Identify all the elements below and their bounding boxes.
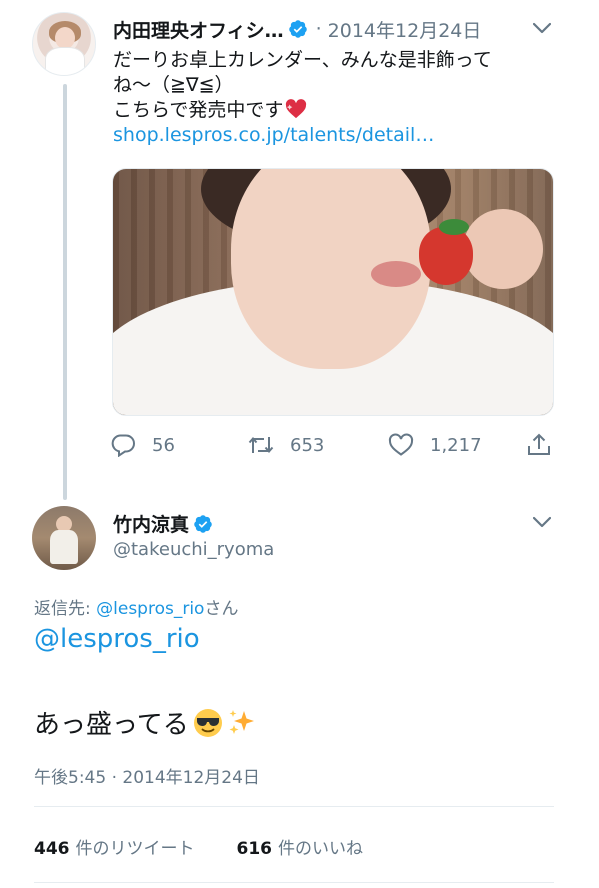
chevron-down-icon[interactable] (533, 22, 551, 34)
focused-tweet-display-name[interactable]: 竹内涼真 (113, 510, 189, 537)
chevron-down-icon[interactable] (533, 516, 551, 528)
focused-tweet-body: あっ盛ってる (34, 710, 189, 740)
retweet-stat[interactable]: 446 件のリツイート (34, 834, 195, 859)
parent-tweet-avatar[interactable] (32, 12, 96, 76)
share-button[interactable] (526, 428, 568, 462)
like-stat-label: 件のいいね (278, 839, 363, 859)
verified-badge-icon (194, 514, 212, 533)
parent-tweet-text: だーりお卓上カレンダー、みんな是非飾って ね〜（≧∇≦） こちらで発売中です s… (113, 48, 553, 148)
reply-button[interactable]: 56 (110, 428, 175, 462)
retweet-stat-label: 件のリツイート (75, 839, 195, 859)
focused-tweet-text: あっ盛ってる (34, 704, 257, 741)
engagement-stats: 446 件のリツイート 616 件のいいね (34, 834, 405, 859)
parent-tweet-text-line: こちらで発売中です (113, 99, 284, 121)
parent-tweet-date[interactable]: 2014年12月24日 (328, 16, 482, 43)
replying-prefix: 返信先: (34, 599, 97, 619)
divider (34, 882, 554, 883)
parent-tweet-header: 内田理央オフィシ… · 2014年12月24日 (113, 14, 573, 44)
parent-tweet-display-name[interactable]: 内田理央オフィシ… (113, 16, 284, 43)
heart-icon (388, 433, 414, 456)
replying-to: 返信先: @lespros_rioさん (34, 594, 238, 619)
parent-tweet-text-line: ね〜（≧∇≦） (113, 74, 234, 96)
thread-connector-line (63, 84, 67, 500)
parent-tweet-actions: 56 653 1,217 (110, 428, 560, 462)
retweet-stat-count: 446 (34, 839, 70, 859)
parent-tweet-text-line-3: こちらで発売中です (113, 98, 553, 123)
parent-tweet-link[interactable]: shop.lespros.co.jp/talents/detail… (113, 123, 553, 148)
like-count: 1,217 (430, 434, 482, 456)
like-button[interactable]: 1,217 (388, 428, 482, 462)
header-separator-dot: · (315, 18, 322, 40)
like-stat-count: 616 (236, 839, 273, 859)
retweet-button[interactable]: 653 (248, 428, 324, 462)
divider (34, 806, 554, 807)
sparkling-heart-emoji (286, 99, 307, 119)
focused-tweet-timestamp[interactable]: 午後5:45 · 2014年12月24日 (34, 763, 260, 788)
sunglasses-face-emoji (193, 708, 222, 737)
reply-count: 56 (152, 434, 175, 456)
focused-tweet-name-row: 竹内涼真 (113, 510, 213, 537)
focused-tweet-avatar[interactable] (32, 506, 96, 570)
parent-tweet-photo[interactable] (112, 168, 554, 416)
tweet-mention-link[interactable]: @lespros_rio (34, 624, 200, 654)
verified-badge-icon (288, 20, 307, 38)
reply-icon (111, 434, 135, 457)
focused-tweet-handle[interactable]: @takeuchi_ryoma (113, 539, 274, 560)
share-icon (528, 433, 550, 455)
like-stat[interactable]: 616 件のいいね (237, 834, 364, 859)
retweet-icon (248, 436, 274, 454)
replying-suffix: さん (204, 599, 239, 619)
sparkles-emoji (229, 709, 254, 734)
parent-tweet-text-line: だーりお卓上カレンダー、みんな是非飾って (113, 49, 492, 71)
retweet-count: 653 (290, 434, 325, 456)
replying-mention-link[interactable]: @lespros_rio (96, 599, 204, 619)
